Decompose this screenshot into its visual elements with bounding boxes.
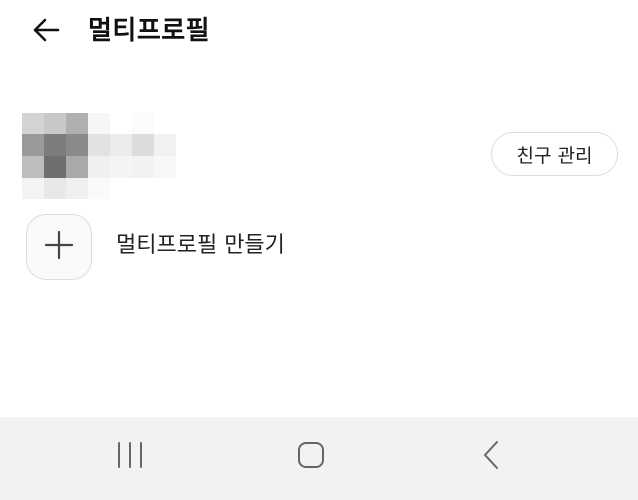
recent-apps-icon [115, 440, 145, 474]
recent-apps-button[interactable] [100, 435, 160, 479]
page-title: 멀티프로필 [88, 16, 211, 46]
friend-manage-button[interactable]: 친구 관리 [491, 132, 618, 176]
add-profile-button[interactable] [26, 214, 92, 280]
avatar[interactable] [22, 113, 178, 199]
profile-row: 친구 관리 [0, 108, 638, 202]
arrow-left-icon [31, 15, 61, 49]
home-icon [296, 440, 326, 474]
app-header: 멀티프로필 [0, 0, 638, 64]
back-button[interactable] [26, 12, 66, 52]
home-button[interactable] [281, 435, 341, 479]
screen: 멀티프로필 친구 관리 멀티프로필 만들기 [0, 0, 638, 500]
nav-back-button[interactable] [462, 435, 522, 479]
create-multiprofile-row[interactable]: 멀티프로필 만들기 [0, 212, 638, 284]
nav-back-icon [477, 440, 507, 474]
system-navigation-bar [0, 417, 638, 500]
create-multiprofile-label: 멀티프로필 만들기 [116, 233, 285, 258]
plus-icon [43, 229, 75, 265]
